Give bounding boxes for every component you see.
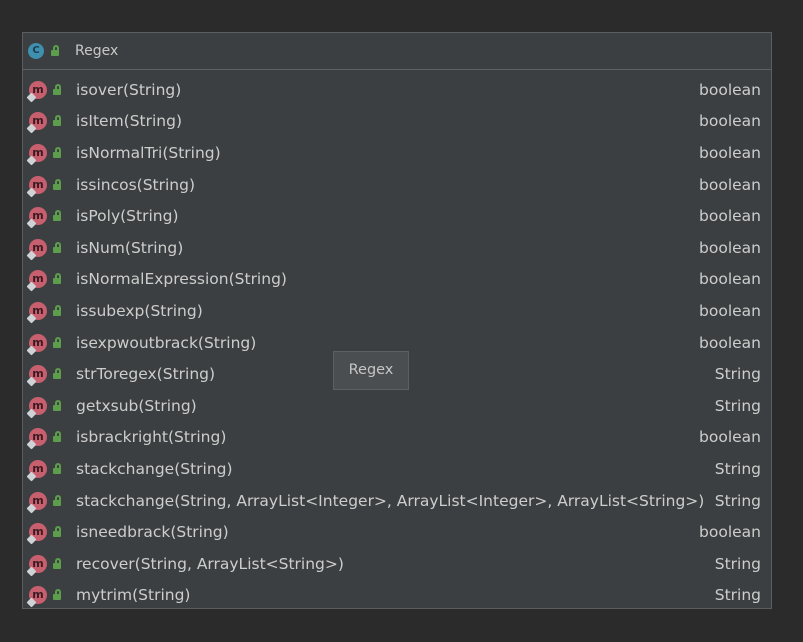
public-lock-icon (52, 399, 64, 412)
public-lock-icon (52, 368, 64, 380)
method-row[interactable]: m recover(String, ArrayList<String>) Strin… (23, 548, 771, 580)
method-icon: m (26, 206, 48, 229)
method-name: isNormalTri(String) (76, 143, 221, 162)
method-name: recover(String, ArrayList<String>) (76, 554, 344, 573)
method-return-type: String (714, 491, 761, 510)
public-lock-icon (52, 115, 64, 127)
method-icon: m (26, 238, 48, 261)
method-name: isPoly(String) (76, 207, 179, 226)
method-row[interactable]: m isneedbrack(String) boolean (23, 516, 771, 548)
class-structure-panel: C Regex m isover(String) boolean m isItem(St… (22, 32, 772, 609)
public-lock-icon (52, 336, 64, 349)
public-lock-icon (52, 494, 64, 507)
method-return-type: boolean (699, 333, 761, 352)
method-icon: m (26, 175, 48, 198)
method-row[interactable]: m isover(String) boolean (23, 74, 771, 106)
method-return-type: String (714, 586, 761, 605)
method-return-type: String (714, 365, 761, 384)
method-name: isNum(String) (76, 238, 184, 257)
public-lock-icon (50, 45, 62, 57)
method-return-type: boolean (699, 301, 761, 320)
method-icon: m (26, 522, 48, 545)
method-row[interactable]: m isbrackright(String) boolean (23, 422, 771, 454)
method-row[interactable]: m stackchange(String) String (23, 453, 771, 485)
public-lock-icon (52, 210, 64, 222)
method-name: getxsub(String) (76, 396, 197, 415)
class-icon: C (28, 43, 44, 59)
public-lock-icon (52, 273, 64, 285)
method-row[interactable]: m issubexp(String) boolean (23, 295, 771, 327)
method-name: isexpwoutbrack(String) (76, 333, 257, 352)
method-icon: m (26, 269, 48, 292)
public-lock-icon (52, 83, 64, 96)
method-icon: m (26, 80, 48, 103)
method-return-type: boolean (699, 238, 761, 257)
method-return-type: boolean (699, 207, 761, 226)
method-name: isneedbrack(String) (76, 523, 229, 542)
method-name: mytrim(String) (76, 586, 191, 605)
method-return-type: boolean (699, 143, 761, 162)
method-name: issincos(String) (76, 175, 196, 194)
public-lock-icon (52, 462, 64, 475)
method-row[interactable]: m getxsub(String) String (23, 390, 771, 422)
method-icon: m (26, 396, 48, 419)
method-row[interactable]: m isNormalTri(String) boolean (23, 137, 771, 169)
method-return-type: String (714, 554, 761, 573)
method-row[interactable]: m isNormalExpression(String) boolean (23, 264, 771, 296)
method-list: m isover(String) boolean m isItem(String) boo… (23, 70, 771, 611)
method-return-type: boolean (699, 523, 761, 542)
method-name: issubexp(String) (76, 301, 203, 320)
public-lock-icon (52, 589, 64, 601)
method-row[interactable]: m mytrim(String) String (23, 580, 771, 612)
method-icon: m (26, 143, 48, 166)
method-icon: m (26, 554, 48, 577)
method-row[interactable]: m isPoly(String) boolean (23, 200, 771, 232)
public-lock-icon (52, 304, 64, 317)
method-icon: m (26, 301, 48, 324)
class-header[interactable]: C Regex (23, 33, 771, 70)
method-return-type: String (714, 459, 761, 478)
method-icon: m (26, 427, 48, 450)
public-lock-icon (52, 241, 64, 254)
method-icon: m (26, 491, 48, 513)
tooltip: Regex (333, 351, 409, 390)
method-name: isItem(String) (76, 112, 183, 131)
public-lock-icon (52, 431, 64, 443)
public-lock-icon (52, 526, 64, 538)
method-name: isNormalExpression(String) (76, 270, 287, 289)
method-icon: m (26, 111, 48, 134)
method-icon: m (26, 585, 48, 608)
method-icon: m (26, 333, 48, 355)
method-return-type: String (714, 396, 761, 415)
method-return-type: boolean (699, 428, 761, 447)
method-row[interactable]: m isNum(String) boolean (23, 232, 771, 264)
method-return-type: boolean (699, 80, 761, 99)
method-name: isbrackright(String) (76, 428, 227, 447)
method-row[interactable]: m isItem(String) boolean (23, 106, 771, 138)
public-lock-icon (52, 178, 64, 191)
class-name: Regex (75, 43, 119, 59)
public-lock-icon (52, 557, 64, 570)
method-name: isover(String) (76, 80, 182, 99)
method-return-type: boolean (699, 112, 761, 131)
method-row[interactable]: m issincos(String) boolean (23, 169, 771, 201)
method-name: stackchange(String, ArrayList<Integer>, … (76, 491, 705, 510)
method-icon: m (26, 364, 48, 387)
method-return-type: boolean (699, 175, 761, 194)
method-row[interactable]: m stackchange(String, ArrayList<Integer>,… (23, 485, 771, 517)
method-name: stackchange(String) (76, 459, 233, 478)
method-icon: m (26, 459, 48, 482)
method-return-type: boolean (699, 270, 761, 289)
public-lock-icon (52, 146, 64, 159)
